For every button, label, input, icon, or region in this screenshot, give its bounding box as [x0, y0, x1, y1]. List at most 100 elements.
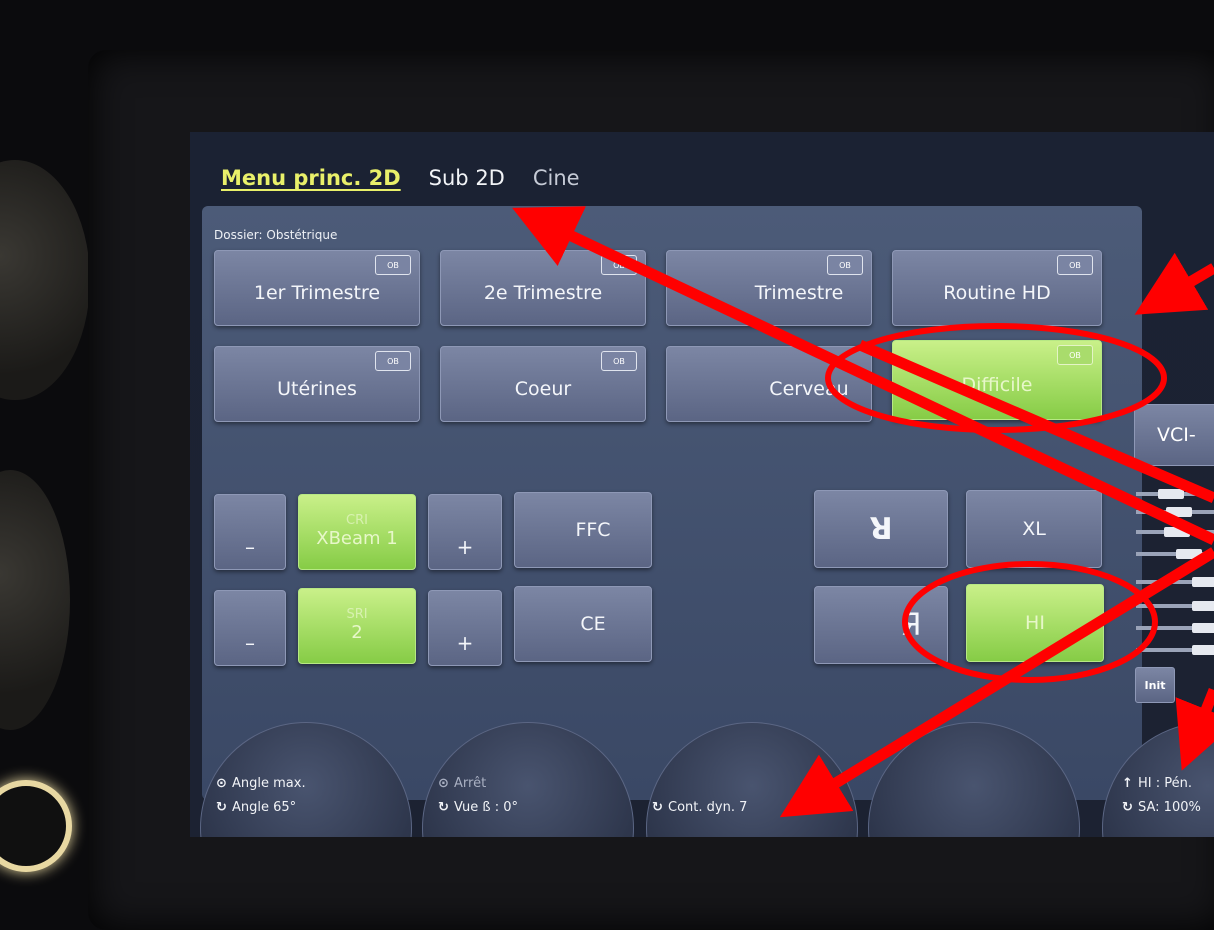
- rotate-icon: ↻: [216, 800, 227, 815]
- hardware-knob: [0, 160, 90, 400]
- tgc-slider-2[interactable]: [1136, 507, 1214, 517]
- preset-panel: Dossier: Obstétrique OB 1er Trimestre OB…: [202, 206, 1142, 800]
- rotate-icon: ↻: [652, 800, 663, 815]
- slider-thumb[interactable]: [1192, 623, 1214, 633]
- slider-thumb[interactable]: [1158, 489, 1184, 499]
- tgc-slider-3[interactable]: [1136, 527, 1214, 537]
- sri-decrease-button[interactable]: –: [214, 590, 286, 666]
- slider-thumb[interactable]: [1192, 645, 1214, 655]
- tab-main-menu-2d[interactable]: Menu princ. 2D: [221, 166, 401, 190]
- dial-hi-line1: ↑ HI : Pén.: [1122, 776, 1192, 791]
- hi-button[interactable]: HI: [966, 584, 1104, 662]
- dial-hi-line2: ↻ SA: 100%: [1122, 800, 1201, 815]
- plus-label: +: [456, 535, 474, 559]
- ce-button[interactable]: CE: [514, 586, 652, 662]
- preset-button-difficile[interactable]: OB Difficile: [892, 340, 1102, 420]
- tgc-slider-4[interactable]: [1136, 549, 1214, 559]
- flip-horizontal-icon: Я: [900, 607, 922, 643]
- preset-button-coeur[interactable]: OB Coeur: [440, 346, 646, 422]
- dial-text: HI : Pén.: [1138, 776, 1192, 791]
- rotate-icon: ↻: [438, 800, 449, 815]
- hardware-knob: [0, 470, 70, 730]
- tab-cine[interactable]: Cine: [533, 166, 580, 190]
- dial-angle-line1: ⊙ Angle max.: [216, 776, 306, 791]
- up-arrow-icon: ↑: [1122, 776, 1133, 791]
- xbeam-toggle[interactable]: CRI XBeam 1: [298, 494, 416, 570]
- flip-vertical-button[interactable]: ꓤ: [814, 490, 948, 568]
- dial-text: Cont. dyn. 7: [668, 800, 748, 815]
- preset-button-2nd-trimester[interactable]: OB 2e Trimestre: [440, 250, 646, 326]
- ffc-button[interactable]: FFC: [514, 492, 652, 568]
- xl-label: XL: [1022, 518, 1046, 540]
- minus-label: –: [245, 631, 255, 655]
- tab-bar: Menu princ. 2D Sub 2D Cine: [221, 166, 580, 190]
- ce-label: CE: [580, 613, 606, 635]
- ob-badge: OB: [601, 351, 637, 371]
- flip-horizontal-button[interactable]: Я: [814, 586, 948, 664]
- sri-value: 2: [351, 622, 363, 644]
- preset-label: Routine HD: [943, 282, 1051, 304]
- dial-text: Angle 65°: [232, 800, 297, 815]
- vci-button[interactable]: VCI-: [1134, 404, 1214, 466]
- xbeam-decrease-button[interactable]: –: [214, 494, 286, 570]
- tgc-slider-6[interactable]: [1136, 601, 1214, 611]
- preset-button-cerveau[interactable]: Cerveau: [666, 346, 872, 422]
- init-button[interactable]: Init: [1135, 667, 1175, 703]
- preset-button-routine-hd[interactable]: OB Routine HD: [892, 250, 1102, 326]
- slider-thumb[interactable]: [1192, 577, 1214, 587]
- folder-label: Dossier: Obstétrique: [214, 228, 338, 242]
- dial-text: Angle max.: [232, 776, 306, 791]
- slider-thumb[interactable]: [1164, 527, 1190, 537]
- slider-thumb[interactable]: [1166, 507, 1192, 517]
- power-button[interactable]: [0, 780, 72, 872]
- dial-view-line1: ⊙ Arrêt: [438, 776, 486, 791]
- preset-label: Utérines: [277, 378, 357, 400]
- hi-label: HI: [1025, 612, 1045, 634]
- ob-badge: OB: [601, 255, 637, 275]
- ob-badge: OB: [827, 255, 863, 275]
- plus-label: +: [456, 631, 474, 655]
- ob-badge: OB: [1057, 255, 1093, 275]
- circle-dot-icon: ⊙: [438, 776, 449, 791]
- tgc-slider-5[interactable]: [1136, 577, 1214, 587]
- preset-label: Difficile: [961, 374, 1033, 396]
- preset-label: 1er Trimestre: [253, 282, 381, 304]
- ob-badge: OB: [375, 351, 411, 371]
- tgc-slider-1[interactable]: [1136, 489, 1214, 499]
- preset-label: Coeur: [514, 378, 572, 400]
- preset-label: Trimestre: [754, 282, 844, 304]
- circle-dot-icon: ⊙: [216, 776, 227, 791]
- preset-button-3rd-trimester[interactable]: OB Trimestre: [666, 250, 872, 326]
- dial-contrast-line2: ↻ Cont. dyn. 7: [652, 800, 747, 815]
- xbeam-increase-button[interactable]: +: [428, 494, 502, 570]
- preset-button-uterines[interactable]: OB Utérines: [214, 346, 420, 422]
- flip-vertical-icon: ꓤ: [869, 511, 893, 547]
- xbeam-title: CRI: [346, 513, 368, 529]
- preset-button-1st-trimester[interactable]: OB 1er Trimestre: [214, 250, 420, 326]
- dial-angle-line2: ↻ Angle 65°: [216, 800, 296, 815]
- ob-badge: OB: [1057, 345, 1093, 365]
- dial-text: Vue ß : 0°: [454, 800, 518, 815]
- xbeam-value: XBeam 1: [316, 528, 398, 550]
- dial-text: Arrêt: [454, 776, 487, 791]
- touch-screen: Menu princ. 2D Sub 2D Cine Dossier: Obst…: [190, 132, 1214, 837]
- dial-text: SA: 100%: [1138, 800, 1201, 815]
- dial-view-line2: ↻ Vue ß : 0°: [438, 800, 518, 815]
- slider-thumb[interactable]: [1176, 549, 1202, 559]
- sri-increase-button[interactable]: +: [428, 590, 502, 666]
- rotate-icon: ↻: [1122, 800, 1133, 815]
- slider-thumb[interactable]: [1192, 601, 1214, 611]
- preset-label: Cerveau: [769, 378, 849, 400]
- xl-button[interactable]: XL: [966, 490, 1102, 568]
- vci-label: VCI-: [1157, 424, 1196, 446]
- minus-label: –: [245, 535, 255, 559]
- tgc-slider-7[interactable]: [1136, 623, 1214, 633]
- tab-sub-2d[interactable]: Sub 2D: [429, 166, 505, 190]
- tgc-slider-8[interactable]: [1136, 645, 1214, 655]
- init-label: Init: [1144, 678, 1166, 692]
- preset-label: 2e Trimestre: [483, 282, 603, 304]
- sri-toggle[interactable]: SRI 2: [298, 588, 416, 664]
- ob-badge: OB: [375, 255, 411, 275]
- sri-title: SRI: [346, 607, 368, 623]
- ffc-label: FFC: [575, 519, 611, 541]
